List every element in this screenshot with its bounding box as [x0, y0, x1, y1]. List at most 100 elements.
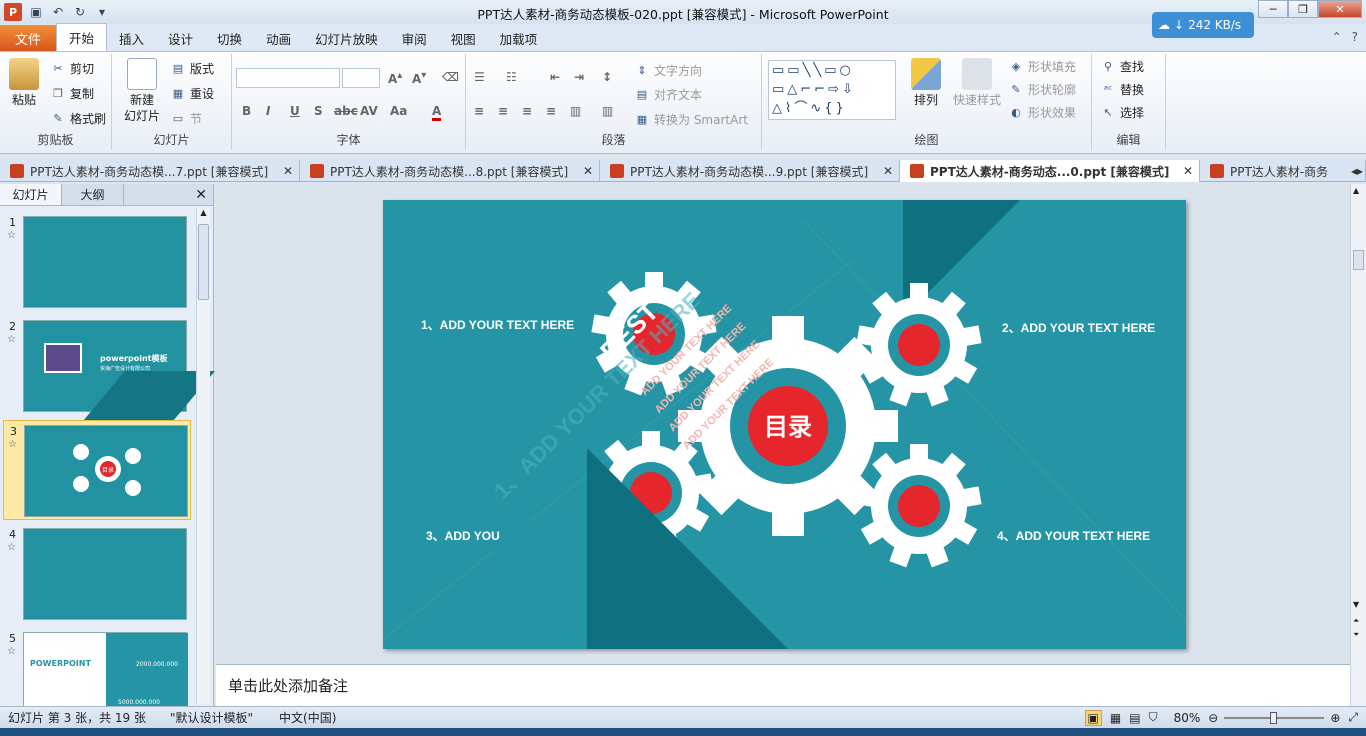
select-button[interactable]: ↖ 选择 — [1100, 104, 1144, 121]
text-direction-button[interactable]: ⇕ 文字方向 — [634, 62, 702, 79]
quick-styles-button[interactable]: 快速样式 — [950, 58, 1004, 108]
scroll-up-icon[interactable]: ▲ — [1353, 186, 1359, 195]
align-right-icon[interactable]: ≡ — [522, 104, 532, 118]
paste-button[interactable]: 粘贴 — [6, 58, 42, 108]
powerpoint-app-icon[interactable]: P — [4, 3, 22, 21]
doc-tab[interactable]: PPT达人素材-商务动态模...9.ppt [兼容模式] ✕ — [600, 160, 900, 182]
arrange-button[interactable]: 排列 — [904, 58, 948, 108]
find-button[interactable]: ⚲ 查找 — [1100, 58, 1144, 75]
zoom-out-icon[interactable]: ⊖ — [1208, 711, 1218, 725]
justify-icon[interactable]: ≡ — [546, 104, 556, 118]
align-text-button[interactable]: ▤ 对齐文本 — [634, 86, 702, 103]
clear-format-icon[interactable]: ⌫ — [442, 70, 459, 84]
prev-slide-icon[interactable]: ⏶ — [1353, 616, 1359, 626]
font-name-combo[interactable] — [236, 68, 340, 88]
slide-sorter-icon[interactable]: ▦ — [1110, 711, 1121, 725]
panel-scroll-thumb[interactable] — [198, 224, 209, 300]
italic-button[interactable]: I — [266, 104, 270, 118]
undo-icon[interactable]: ↶ — [50, 4, 66, 20]
change-case-button[interactable]: Aa — [390, 104, 407, 118]
doc-tab[interactable]: PPT达人素材-商务动态模...7.ppt [兼容模式] ✕ — [0, 160, 300, 182]
tab-scroll-icon[interactable]: ◂▸ — [1351, 164, 1363, 178]
shape-outline-button[interactable]: ✎ 形状轮廓 — [1008, 81, 1076, 98]
tab-addins[interactable]: 加载项 — [488, 25, 550, 51]
section-button[interactable]: ▭ 节 — [170, 110, 202, 127]
tab-animations[interactable]: 动画 — [254, 25, 303, 51]
bold-button[interactable]: B — [242, 104, 251, 118]
slide-thumbnail-4[interactable]: 4 ☆ — [0, 528, 196, 626]
line-spacing-icon[interactable]: ↕ — [602, 70, 612, 84]
scroll-thumb[interactable] — [1353, 250, 1364, 270]
slide-canvas[interactable]: 1、ADD YOUR TEXT HERE REST ADD YOUR TEXT … — [216, 184, 1350, 662]
layout-button[interactable]: ▤ 版式 — [170, 60, 214, 77]
restore-button[interactable]: ❐ — [1288, 0, 1318, 18]
scroll-up-icon[interactable]: ▲ — [198, 208, 209, 220]
shrink-font-icon[interactable]: A▾ — [412, 70, 426, 86]
doc-tab[interactable]: PPT达人素材-商务动态模...8.ppt [兼容模式] ✕ — [300, 160, 600, 182]
align-left-icon[interactable]: ≡ — [474, 104, 484, 118]
format-painter-button[interactable]: ✎ 格式刷 — [50, 110, 106, 127]
redo-icon[interactable]: ↻ — [72, 4, 88, 20]
tab-slideshow[interactable]: 幻灯片放映 — [303, 25, 390, 51]
cut-button[interactable]: ✂ 剪切 — [50, 60, 94, 77]
doc-tab[interactable]: PPT达人素材-商务 ◂▸ — [1200, 160, 1366, 182]
close-tab-icon[interactable]: ✕ — [283, 164, 293, 178]
zoom-slider-thumb[interactable] — [1270, 711, 1278, 724]
copy-button[interactable]: ❐ 复制 — [50, 85, 94, 102]
customize-qat-icon[interactable]: ▾ — [94, 4, 110, 20]
close-window-button[interactable]: ✕ — [1318, 0, 1362, 18]
slide-thumbnail-2[interactable]: 2 ☆ powerpoint模板 资海广告设计有限公司 — [0, 320, 215, 421]
numbering-icon[interactable]: ☷ — [506, 70, 517, 84]
close-panel-icon[interactable]: ✕ — [195, 187, 207, 203]
slide-thumbnail-1[interactable]: 1 ☆ — [0, 216, 196, 314]
reading-view-icon[interactable]: ▤ — [1129, 711, 1140, 725]
decrease-indent-icon[interactable]: ⇤ — [550, 70, 560, 84]
normal-view-icon[interactable]: ▣ — [1084, 709, 1102, 726]
minimize-ribbon-icon[interactable]: ⌃ — [1332, 30, 1342, 44]
close-tab-icon[interactable]: ✕ — [583, 164, 593, 178]
shape-fill-button[interactable]: ◈ 形状填充 — [1008, 58, 1076, 75]
close-tab-icon[interactable]: ✕ — [1183, 164, 1193, 178]
slide-thumbnail-5[interactable]: 5 ☆ POWERPOINT 2000.000.000 5000.000.000 — [0, 632, 196, 706]
tab-slides-panel[interactable]: 幻灯片 — [0, 184, 62, 205]
reset-button[interactable]: ▦ 重设 — [170, 85, 214, 102]
distribute-icon[interactable]: ▥ — [570, 104, 581, 118]
fit-window-icon[interactable]: ⤢ — [1348, 710, 1358, 725]
doc-tab-active[interactable]: PPT达人素材-商务动态...0.ppt [兼容模式] ✕ — [900, 160, 1200, 182]
zoom-in-icon[interactable]: ⊕ — [1330, 711, 1340, 725]
align-center-icon[interactable]: ≡ — [498, 104, 508, 118]
vertical-scrollbar[interactable]: ▲ ▼ ⏶ ⏷ — [1350, 184, 1366, 706]
strikethrough-button[interactable]: abc — [334, 104, 358, 118]
theme-name[interactable]: "默认设计模板" — [170, 709, 253, 726]
tab-design[interactable]: 设计 — [156, 25, 205, 51]
font-size-combo[interactable] — [342, 68, 380, 88]
language-indicator[interactable]: 中文(中国) — [279, 709, 336, 726]
font-color-button[interactable]: A — [432, 104, 442, 121]
slide-thumbnail-3-selected[interactable]: 3 ☆ 目录 — [3, 420, 191, 520]
shadow-button[interactable]: S — [314, 104, 323, 118]
tab-file[interactable]: 文件 — [0, 25, 56, 51]
tab-review[interactable]: 审阅 — [390, 25, 439, 51]
help-icon[interactable]: ? — [1352, 30, 1358, 44]
panel-scrollbar[interactable]: ▲ — [196, 208, 210, 704]
scroll-down-icon[interactable]: ▼ — [1353, 600, 1359, 609]
underline-button[interactable]: U — [290, 104, 300, 118]
replace-button[interactable]: ᵃᶜ 替换 — [1100, 81, 1144, 98]
tab-view[interactable]: 视图 — [439, 25, 488, 51]
close-tab-icon[interactable]: ✕ — [883, 164, 893, 178]
new-slide-button[interactable]: 新建 幻灯片 — [116, 58, 168, 124]
convert-smartart-button[interactable]: ▦ 转换为 SmartArt — [634, 111, 748, 128]
zoom-slider[interactable] — [1224, 711, 1325, 724]
notes-pane[interactable]: 单击此处添加备注 — [216, 664, 1350, 706]
minimize-button[interactable]: ─ — [1258, 0, 1288, 18]
tab-transitions[interactable]: 切换 — [205, 25, 254, 51]
columns-icon[interactable]: ▥ — [602, 104, 613, 118]
zoom-level[interactable]: 80% — [1174, 711, 1201, 725]
next-slide-icon[interactable]: ⏷ — [1353, 630, 1359, 640]
grow-font-icon[interactable]: A▴ — [388, 70, 402, 86]
save-icon[interactable]: ▣ — [28, 4, 44, 20]
char-spacing-button[interactable]: AV — [360, 104, 378, 118]
current-slide[interactable]: 1、ADD YOUR TEXT HERE REST ADD YOUR TEXT … — [383, 200, 1186, 649]
bullets-icon[interactable]: ☰ — [474, 70, 485, 84]
tab-outline-panel[interactable]: 大纲 — [62, 184, 124, 205]
